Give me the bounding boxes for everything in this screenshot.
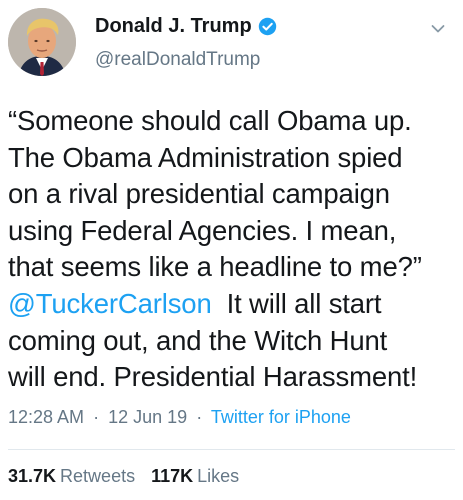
mention-link[interactable]: @TuckerCarlson bbox=[8, 288, 212, 319]
meta-separator: · bbox=[196, 407, 203, 427]
retweets-count: 31.7K bbox=[8, 466, 57, 486]
tweet-line: that seems like a headline to me?” bbox=[8, 251, 422, 283]
divider bbox=[8, 449, 455, 450]
likes-label: Likes bbox=[197, 466, 240, 486]
tweet-line: coming out, and the Witch Hunt bbox=[8, 324, 388, 356]
tweet-line: will end. Presidential Harassment! bbox=[8, 361, 418, 393]
tweet-card: Donald J. Trump @realDonaldTrump “Someon… bbox=[0, 0, 463, 500]
meta-separator: · bbox=[93, 407, 100, 427]
engagement-stats: 31.7K Retweets 117K Likes bbox=[8, 466, 239, 487]
tweet-source-link[interactable]: Twitter for iPhone bbox=[211, 407, 351, 427]
retweets-label: Retweets bbox=[60, 466, 136, 486]
user-handle[interactable]: @realDonaldTrump bbox=[95, 49, 260, 71]
chevron-down-icon[interactable] bbox=[431, 24, 445, 34]
display-name[interactable]: Donald J. Trump bbox=[95, 15, 252, 38]
tweet-date[interactable]: 12 Jun 19 bbox=[108, 407, 187, 427]
tweet-line: on a rival presidential campaign bbox=[8, 178, 390, 210]
verified-badge-icon bbox=[258, 17, 276, 36]
author-row: Donald J. Trump bbox=[95, 15, 277, 38]
tweet-text: “Someone should call Obama up. The Obama… bbox=[8, 103, 458, 396]
tweet-meta: 12:28 AM · 12 Jun 19 · Twitter for iPhon… bbox=[8, 407, 351, 428]
avatar-image bbox=[8, 8, 76, 76]
tweet-text-fragment: It will all start bbox=[211, 287, 382, 319]
tweet-line: using Federal Agencies. I mean, bbox=[8, 214, 397, 246]
likes-stat[interactable]: 117K Likes bbox=[151, 466, 239, 487]
avatar[interactable] bbox=[8, 8, 76, 76]
tweet-line: The Obama Administration spied bbox=[8, 141, 403, 173]
tweet-time[interactable]: 12:28 AM bbox=[8, 407, 84, 427]
tweet-line-mention: @TuckerCarlson It will all start bbox=[8, 286, 458, 323]
likes-count: 117K bbox=[151, 466, 194, 486]
retweets-stat[interactable]: 31.7K Retweets bbox=[8, 466, 135, 487]
tweet-line: “Someone should call Obama up. bbox=[8, 105, 412, 136]
